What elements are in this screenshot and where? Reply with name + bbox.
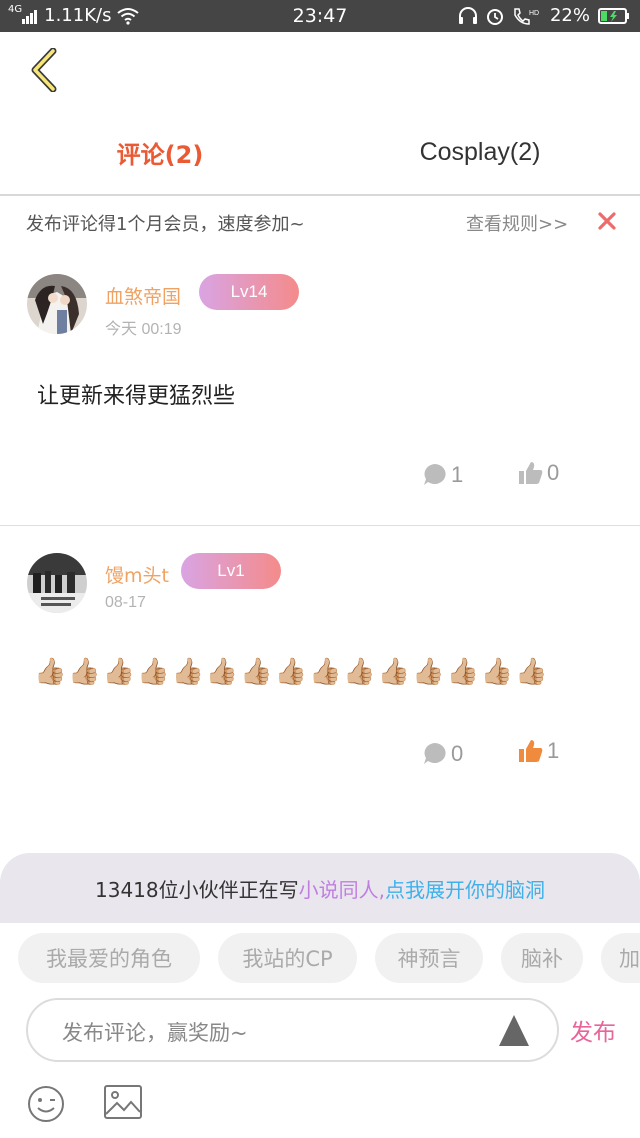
publish-button[interactable]: 发布	[570, 1013, 616, 1047]
like-button[interactable]: 1	[518, 738, 559, 764]
close-icon[interactable]	[596, 210, 618, 232]
send-triangle-icon[interactable]	[498, 1013, 530, 1047]
chip-favorite-character[interactable]: 我最爱的角色	[18, 933, 200, 983]
like-count: 0	[547, 460, 560, 485]
username[interactable]: 馒m头t	[105, 561, 169, 588]
avatar[interactable]	[27, 553, 87, 613]
tab-comments[interactable]: 评论(2)	[0, 110, 320, 194]
comment-input-placeholder: 发布评论，赢奖励~	[62, 1021, 248, 1045]
alarm-icon	[486, 8, 503, 25]
rules-link[interactable]: 查看规则>>	[466, 210, 568, 236]
input-area: 发布评论，赢奖励~ 发布	[0, 995, 640, 1138]
avatar-image	[27, 553, 87, 613]
comment-content-text: 👍🏼👍🏼👍🏼👍🏼👍🏼👍🏼👍🏼👍🏼👍🏼👍🏼👍🏼👍🏼👍🏼👍🏼👍🏼	[34, 657, 550, 687]
comment-input[interactable]: 发布评论，赢奖励~	[26, 998, 559, 1062]
banner-highlight-open: 点我展开你的脑洞	[384, 877, 545, 902]
status-bar: 4G 1.11K/s 23:47 HD 22%	[0, 0, 640, 32]
thumbs-up-icon	[519, 462, 543, 484]
like-button[interactable]: 0	[518, 460, 559, 486]
comment-bubble-icon	[424, 464, 446, 485]
like-count: 1	[547, 738, 560, 763]
emoji-icon[interactable]	[27, 1085, 65, 1123]
comment-content: 👍🏼👍🏼👍🏼👍🏼👍🏼👍🏼👍🏼👍🏼👍🏼👍🏼👍🏼👍🏼👍🏼👍🏼👍🏼	[34, 656, 550, 688]
comment-time: 今天 00:19	[105, 321, 182, 338]
comment-item: 馒m头t Lv1 08-17 👍🏼👍🏼👍🏼👍🏼👍🏼👍🏼👍🏼👍🏼👍🏼👍🏼👍🏼👍🏼👍…	[0, 526, 640, 826]
tab-cosplay[interactable]: Cosplay(2)	[320, 110, 640, 194]
chip-prophecy[interactable]: 神预言	[375, 933, 483, 983]
headset-icon	[458, 6, 477, 24]
battery-icon	[598, 7, 629, 24]
back-arrow-icon	[31, 48, 57, 92]
banner-prefix: 13418位小伙伴正在写	[95, 877, 299, 902]
comment-time: 08-17	[105, 594, 146, 611]
level-badge: Lv14	[199, 274, 299, 310]
reply-button[interactable]: 0	[422, 741, 463, 767]
chip-my-cp[interactable]: 我站的CP	[218, 933, 357, 983]
reply-count: 0	[451, 741, 464, 766]
back-button[interactable]	[22, 44, 66, 96]
comment-content: 让更新来得更猛烈些	[37, 384, 236, 409]
thumbs-up-icon	[519, 740, 543, 762]
comment-bubble-icon	[424, 743, 446, 764]
image-icon[interactable]	[103, 1084, 143, 1120]
promo-bar: 发布评论得1个月会员，速度参加~ 查看规则>>	[0, 196, 640, 250]
topic-chips: 我最爱的角色 我站的CP 神预言 脑补 加	[0, 923, 640, 995]
banner-highlight-novel: 小说同人,	[298, 877, 385, 902]
chip-brain-fill[interactable]: 脑补	[501, 933, 583, 983]
comment-item: 血煞帝国 Lv14 今天 00:19 让更新来得更猛烈些 1 0	[0, 250, 640, 526]
avatar[interactable]	[27, 274, 87, 334]
tab-bar: 评论(2) Cosplay(2)	[0, 110, 640, 194]
chip-more[interactable]: 加	[601, 933, 640, 983]
fanfic-banner[interactable]: 13418位小伙伴正在写 小说同人, 点我展开你的脑洞	[0, 853, 640, 923]
username[interactable]: 血煞帝国	[105, 282, 181, 309]
battery-percent: 22%	[549, 5, 590, 26]
svg-text:HD: HD	[529, 10, 539, 17]
level-badge: Lv1	[181, 553, 281, 589]
promo-text: 发布评论得1个月会员，速度参加~	[26, 214, 305, 235]
reply-button[interactable]: 1	[422, 462, 463, 488]
phone-hd-icon: HD	[514, 7, 539, 25]
avatar-image	[27, 274, 87, 334]
status-right: HD 22%	[458, 5, 630, 26]
reply-count: 1	[451, 462, 464, 487]
comment-composer: 13418位小伙伴正在写 小说同人, 点我展开你的脑洞 我最爱的角色 我站的CP…	[0, 853, 640, 1138]
